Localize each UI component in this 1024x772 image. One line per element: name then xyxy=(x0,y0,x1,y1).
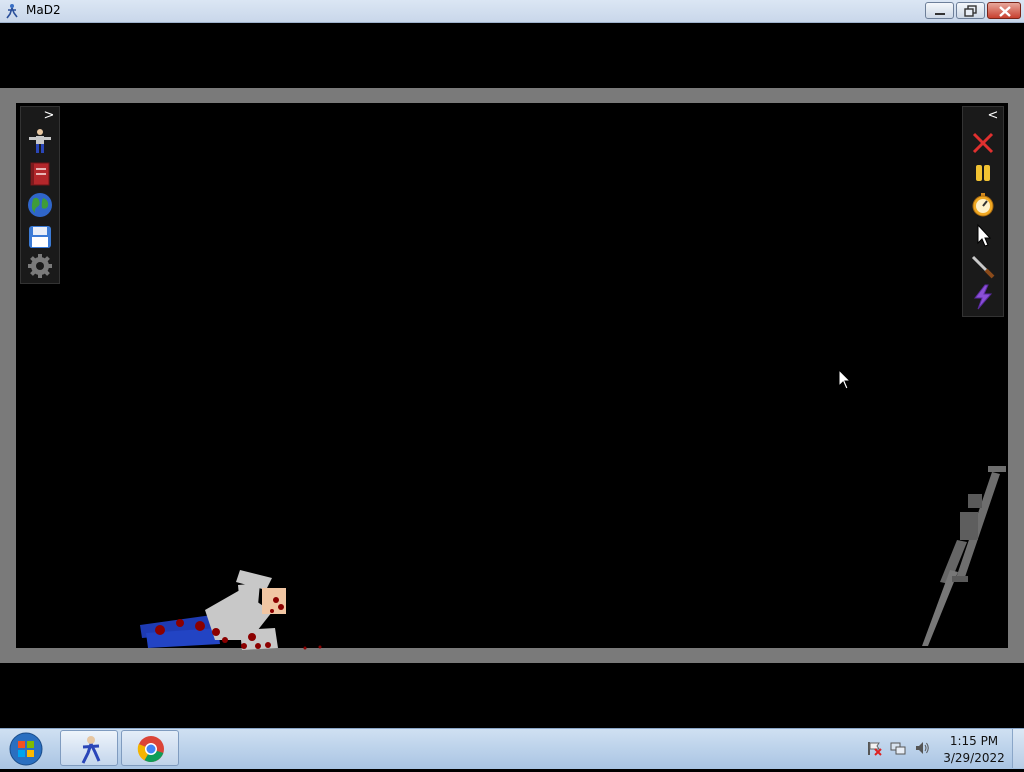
right-toolbar: < xyxy=(962,106,1004,317)
window-title-bar[interactable]: MaD2 xyxy=(0,0,1024,23)
pointer-icon[interactable] xyxy=(969,221,997,249)
close-window-button[interactable] xyxy=(987,2,1021,19)
settings-gear-icon[interactable] xyxy=(26,252,54,280)
show-desktop-button[interactable] xyxy=(1012,729,1024,768)
action-center-flag-icon[interactable] xyxy=(866,740,882,756)
clock-date: 3/29/2022 xyxy=(943,751,1005,765)
character-icon[interactable] xyxy=(26,127,54,155)
mouse-cursor-icon xyxy=(838,369,852,390)
minimize-button[interactable] xyxy=(925,2,954,19)
book-icon[interactable] xyxy=(26,160,54,188)
chrome-icon xyxy=(137,736,164,763)
clock-time: 1:15 PM xyxy=(949,734,999,748)
pause-icon[interactable] xyxy=(969,159,997,187)
taskbar-mad2-button[interactable] xyxy=(60,730,118,766)
start-button[interactable] xyxy=(6,731,46,767)
system-clock[interactable]: 1:15 PM 3/29/2022 xyxy=(940,733,1008,767)
lightning-icon[interactable] xyxy=(969,283,997,311)
stopwatch-icon[interactable] xyxy=(969,191,997,219)
app-icon xyxy=(4,3,20,19)
volume-icon[interactable] xyxy=(914,740,930,756)
restore-button[interactable] xyxy=(956,2,985,19)
game-arena[interactable] xyxy=(16,103,1008,648)
delete-x-icon[interactable] xyxy=(969,129,997,157)
taskbar-chrome-button[interactable] xyxy=(121,730,179,766)
right-toolbar-toggle[interactable]: < xyxy=(985,109,1001,123)
window-title: MaD2 xyxy=(26,3,61,17)
windows-orb-icon xyxy=(9,732,43,766)
mad2-app-icon xyxy=(81,736,101,764)
network-icon[interactable] xyxy=(890,740,906,756)
knife-icon[interactable] xyxy=(969,252,997,280)
game-floor xyxy=(16,648,1008,663)
globe-icon[interactable] xyxy=(26,191,54,219)
save-icon[interactable] xyxy=(26,223,54,251)
left-toolbar-toggle[interactable]: > xyxy=(41,109,57,123)
left-toolbar: > xyxy=(20,106,60,284)
